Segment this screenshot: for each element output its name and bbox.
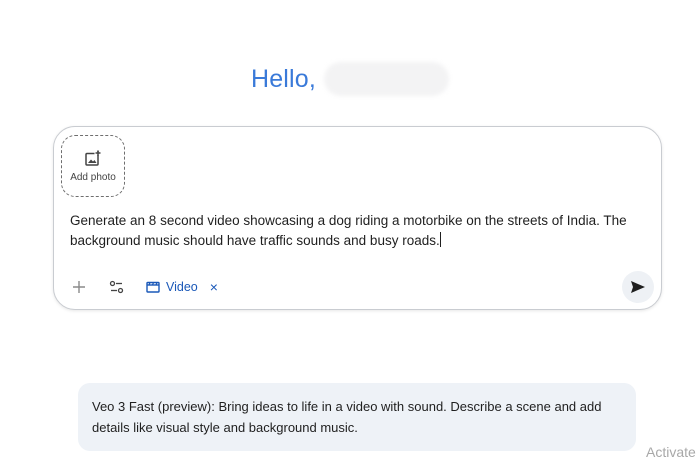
add-button[interactable]: [66, 275, 92, 299]
video-chip-label: Video: [166, 280, 198, 294]
add-photo-label: Add photo: [70, 171, 116, 183]
send-icon: [631, 281, 645, 293]
text-caret: [439, 232, 441, 247]
activate-windows-watermark: Activate: [646, 444, 696, 460]
plus-icon: [73, 281, 85, 293]
prompt-input[interactable]: Generate an 8 second video showcasing a …: [70, 211, 630, 251]
tip-text: Veo 3 Fast (preview): Bring ideas to lif…: [92, 399, 602, 435]
tools-button[interactable]: [103, 275, 129, 299]
send-button[interactable]: [622, 271, 654, 303]
tune-icon: [109, 280, 123, 294]
video-mode-chip[interactable]: Video ×: [142, 275, 222, 299]
clapperboard-icon: [146, 281, 160, 293]
composer-toolbar: Video ×: [66, 275, 222, 299]
video-chip-close-button[interactable]: ×: [210, 279, 218, 295]
prompt-text: Generate an 8 second video showcasing a …: [70, 213, 627, 248]
prompt-composer: Add photo Generate an 8 second video sho…: [53, 126, 662, 310]
greeting-header: Hello,: [0, 62, 700, 96]
greeting-text: Hello,: [250, 64, 317, 93]
blurred-username: [324, 62, 450, 96]
add-image-icon: [85, 150, 101, 166]
add-photo-button[interactable]: Add photo: [61, 135, 125, 197]
model-tip-card: Veo 3 Fast (preview): Bring ideas to lif…: [78, 383, 636, 451]
